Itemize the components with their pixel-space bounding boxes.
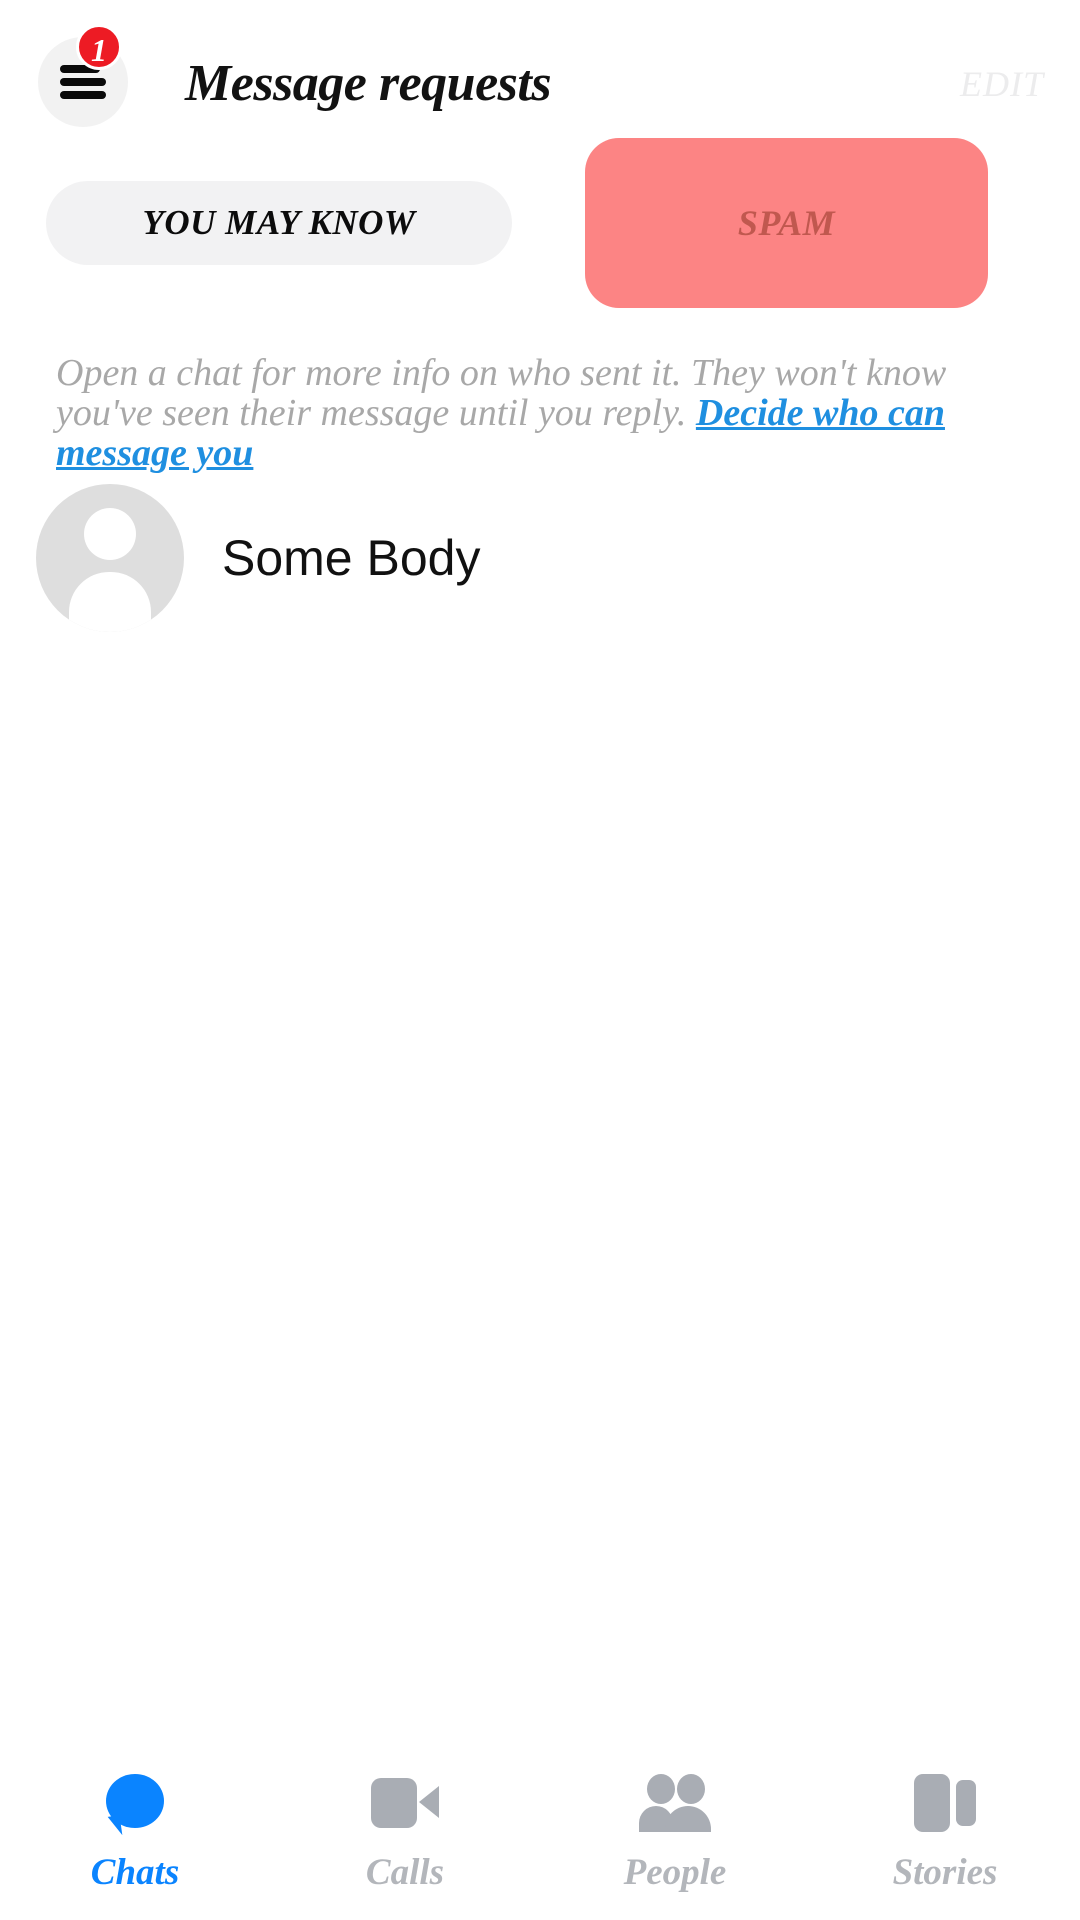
avatar-body-icon: [69, 572, 151, 632]
tab-you-may-know[interactable]: YOU MAY KNOW: [46, 181, 512, 265]
nav-item-chats[interactable]: Chats: [0, 1750, 270, 1894]
app-header: 1 Message requests EDIT: [0, 0, 1080, 160]
page-title: Message requests: [185, 54, 551, 114]
nav-item-calls[interactable]: Calls: [270, 1750, 540, 1894]
avatar-head-icon: [84, 508, 136, 560]
request-tabs: YOU MAY KNOW SPAM: [0, 138, 1080, 298]
list-item[interactable]: Some Body: [0, 470, 1080, 645]
nav-label-chats: Chats: [91, 1852, 179, 1894]
nav-label-calls: Calls: [366, 1852, 444, 1894]
chat-bubble-icon: [92, 1768, 178, 1838]
description-text: Open a chat for more info on who sent it…: [56, 353, 1041, 473]
bottom-navigation: Chats Calls People Stories: [0, 1750, 1080, 1920]
menu-badge-count: 1: [76, 24, 122, 70]
message-requests-screen: 1 Message requests EDIT YOU MAY KNOW SPA…: [0, 0, 1080, 1920]
nav-label-people: People: [624, 1852, 727, 1894]
hamburger-icon: [60, 65, 106, 99]
tab-spam[interactable]: SPAM: [585, 138, 988, 308]
stories-icon: [902, 1768, 988, 1838]
nav-item-people[interactable]: People: [540, 1750, 810, 1894]
request-sender-name: Some Body: [222, 530, 480, 586]
request-list: Some Body: [0, 470, 1080, 645]
people-icon: [632, 1768, 718, 1838]
nav-label-stories: Stories: [893, 1852, 998, 1894]
edit-button[interactable]: EDIT: [960, 62, 1044, 106]
nav-item-stories[interactable]: Stories: [810, 1750, 1080, 1894]
avatar: [36, 484, 184, 632]
video-camera-icon: [362, 1768, 448, 1838]
